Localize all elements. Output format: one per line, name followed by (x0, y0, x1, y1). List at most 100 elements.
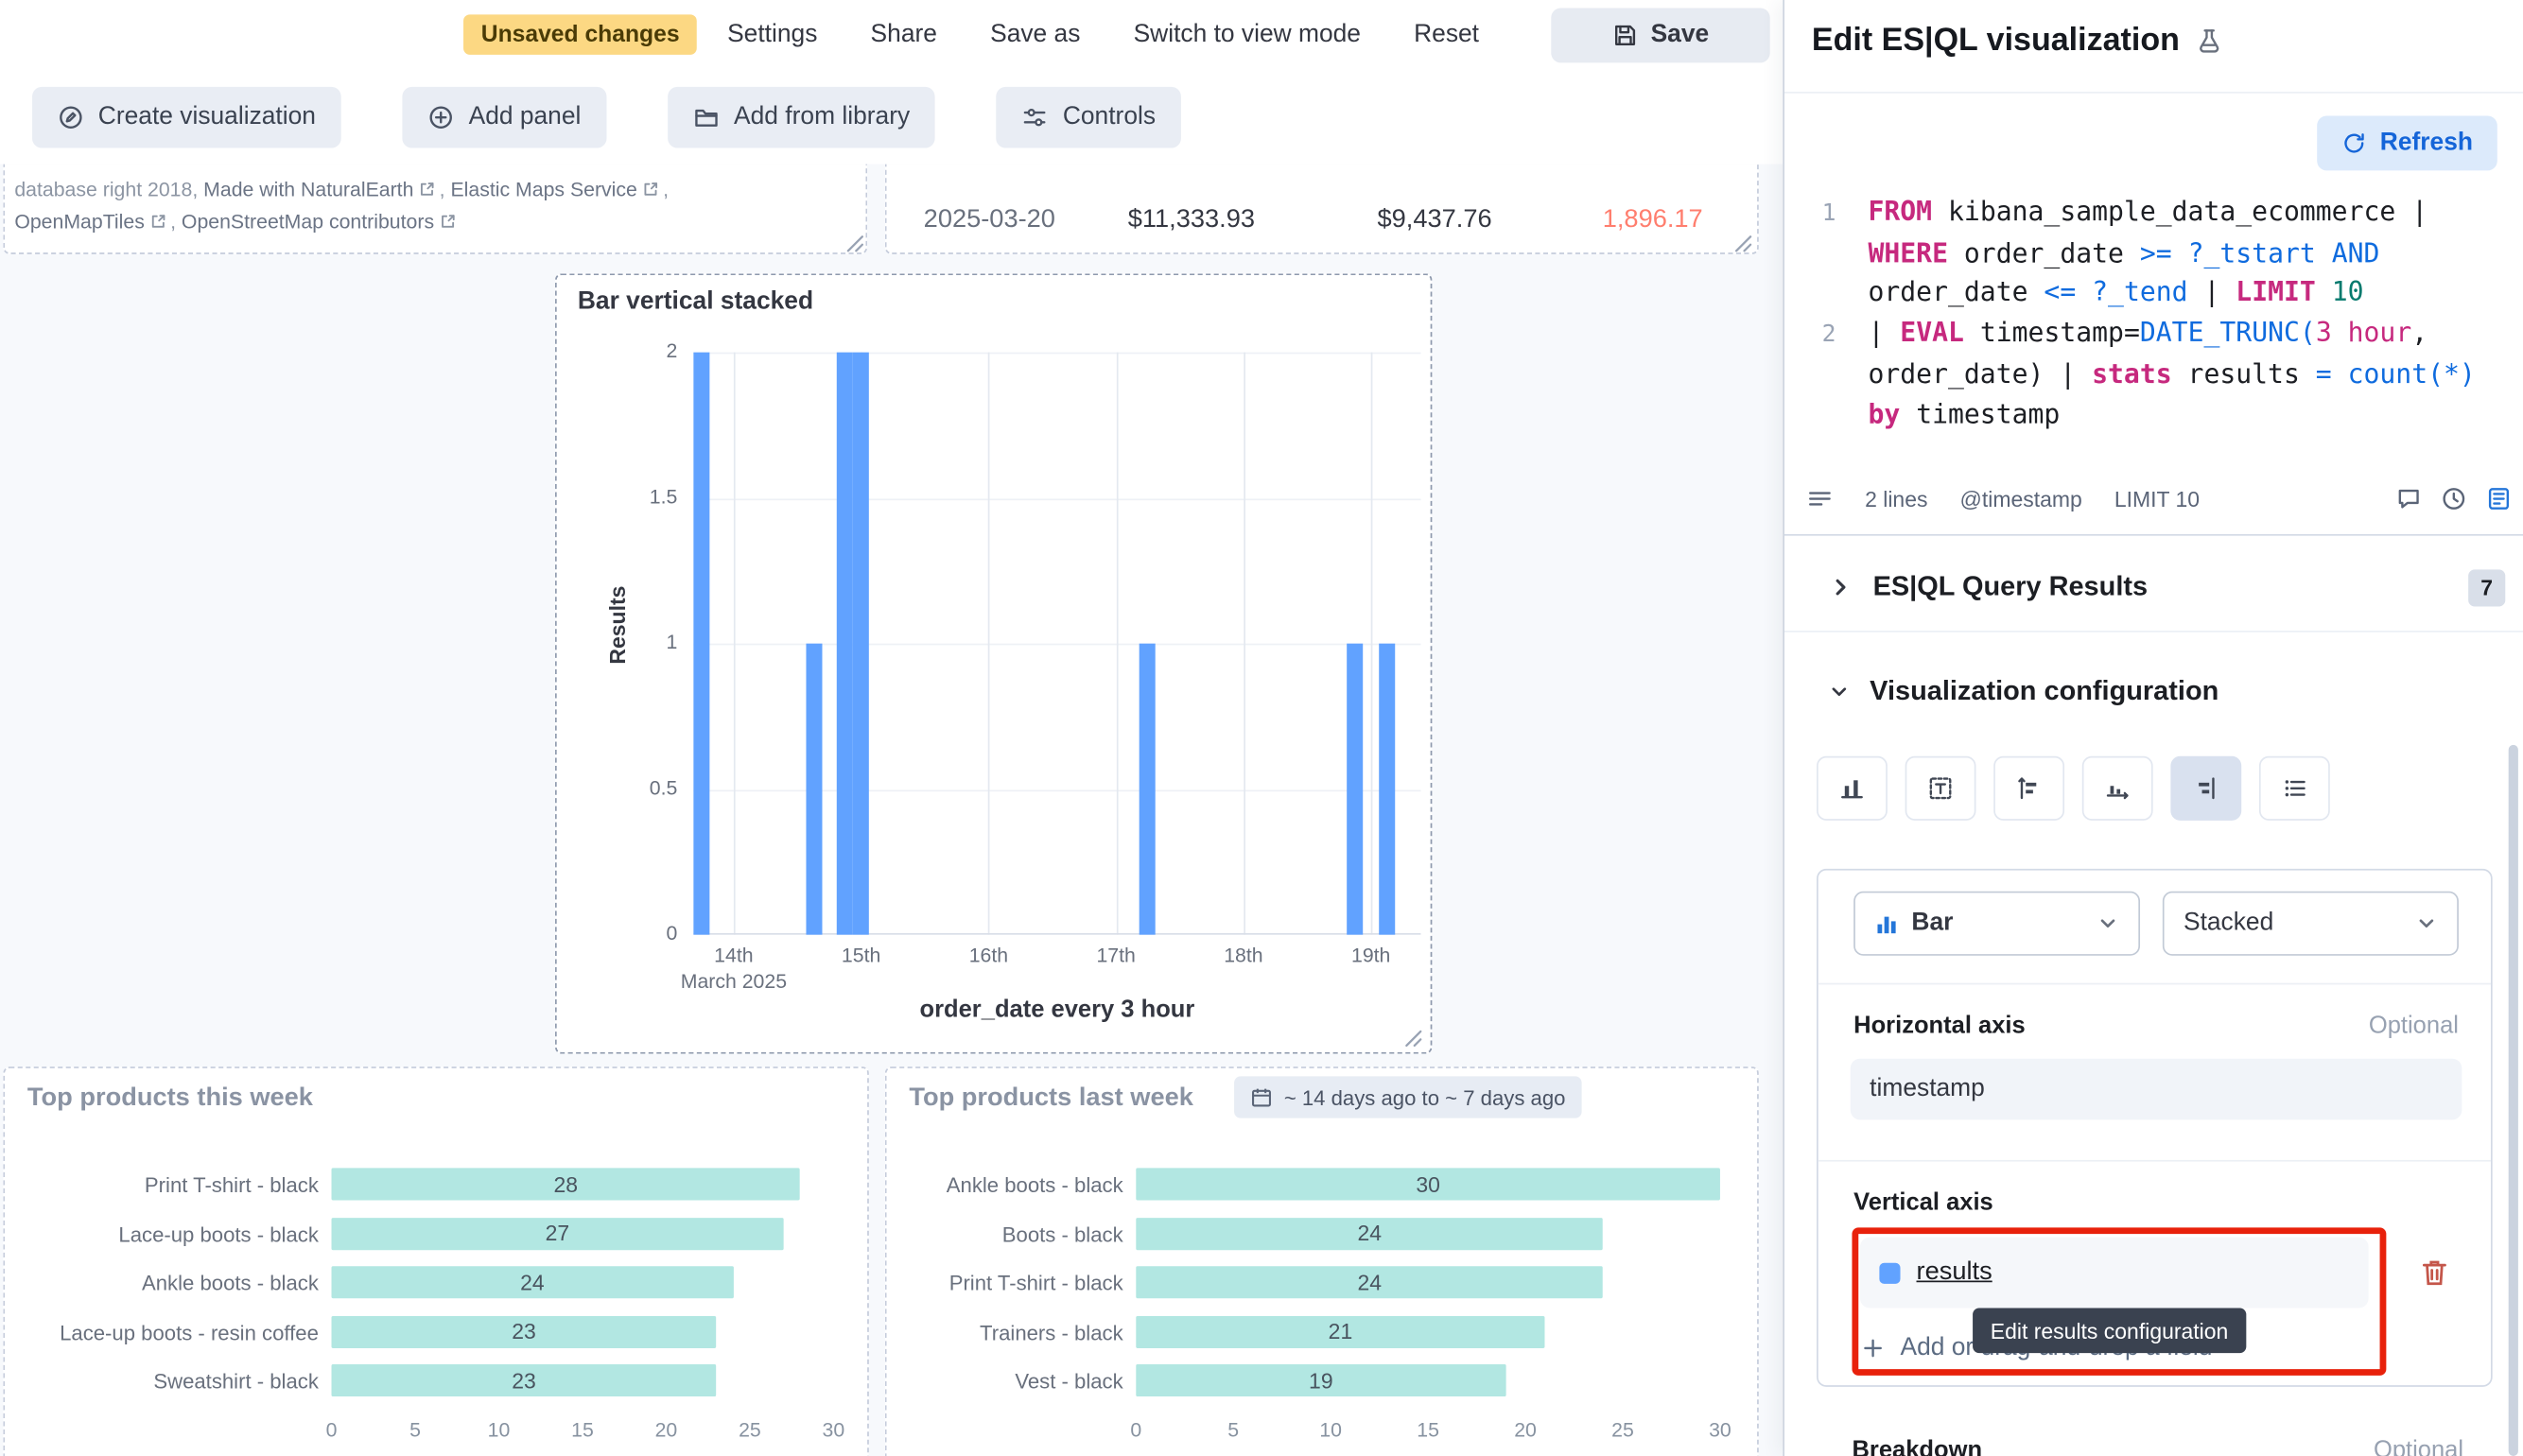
series-color-swatch (1879, 1262, 1900, 1283)
attribution-link[interactable]: OpenStreetMap contributors (182, 211, 434, 234)
comment-icon[interactable] (2396, 486, 2422, 511)
resize-handle[interactable] (1734, 232, 1752, 250)
external (419, 181, 437, 199)
esql-code-row: WHERE order_date >= ?_tstart AND (1784, 234, 2523, 274)
category-label: Ankle boots - black (5, 1271, 319, 1295)
axis-right-button[interactable] (2170, 756, 2241, 821)
flyout-title: Edit ES|QL visualization (1812, 23, 2180, 60)
x-tick-label: 0 (1104, 1419, 1168, 1442)
save-button[interactable]: Save (1551, 9, 1769, 63)
x-tick-label: 30 (801, 1419, 865, 1442)
footer-field-limit-10: LIMIT 10 (2114, 487, 2200, 511)
top-menu-share[interactable]: Share (871, 21, 937, 50)
display-mode-dropdown[interactable]: Stacked (2163, 892, 2459, 956)
footer-field-timestamp: @timestamp (1960, 487, 2082, 511)
x-tick-label: 18th (1179, 945, 1308, 967)
chart-title: Bar vertical stacked (578, 288, 813, 318)
attribution-link[interactable]: OpenMapTiles (14, 211, 145, 234)
breakdown-optional: Optional (2374, 1437, 2463, 1456)
x-tick-label: 17th (1052, 945, 1180, 967)
chart-type-value: Bar (1911, 909, 1953, 938)
top-menu: Settings Share Save as Switch to view mode R… (727, 0, 1479, 71)
x-tick-label: 25 (1591, 1419, 1655, 1442)
gridline (988, 353, 990, 935)
category-label: Ankle boots - black (887, 1173, 1123, 1198)
esql-code-row: by timestamp (1784, 395, 2523, 435)
chart-switch-button[interactable] (1817, 756, 1888, 821)
top-products-this-week-panel: Top products this week Print T-shirt - b… (3, 1066, 868, 1456)
docs-book-icon[interactable] (2486, 486, 2512, 511)
controls-label: Controls (1063, 103, 1156, 132)
bar-results (1347, 644, 1363, 935)
resize-handle[interactable] (1404, 1027, 1422, 1045)
attribution-text: database right 2018, (14, 179, 203, 201)
top-menu-settings[interactable]: Settings (727, 21, 817, 50)
vertical-axis-dimension-row[interactable]: results (1860, 1238, 2369, 1309)
vertical-axis-label: Vertical axis (1853, 1189, 1993, 1217)
calendar-icon (1250, 1086, 1273, 1109)
horizontal-axis-label: Horizontal axis (1853, 1012, 2026, 1039)
bar-results (694, 353, 710, 935)
create-visualization-button[interactable]: Create visualization (32, 87, 341, 148)
results-dimension-link[interactable]: results (1917, 1258, 1992, 1288)
bar-vertical-stacked-panel[interactable]: Bar vertical stacked Results order_date … (555, 273, 1432, 1053)
bar-chart-mini-icon (1874, 911, 1899, 936)
x-tick-label: 19th (1307, 945, 1436, 967)
controls-button[interactable]: Controls (997, 87, 1181, 148)
top-products-last-week-panel: Top products last week ~ 14 days ago to … (885, 1066, 1759, 1456)
gridline (1371, 353, 1373, 935)
metric-value: 2025-03-20 (924, 206, 1055, 235)
dashboard-canvas: database right 2018, Made with NaturalEa… (0, 165, 1783, 1456)
bar-results (806, 644, 822, 935)
editor-lines-icon[interactable] (1807, 486, 1833, 511)
esql-code-row: order_date) | stats results = count(*) (1784, 355, 2523, 395)
flyout-scrollbar[interactable] (2509, 745, 2518, 1456)
category-label: Print T-shirt - black (887, 1271, 1123, 1295)
editor-footer-fields: @timestamp LIMIT 10 (1960, 487, 2201, 511)
attribution-link[interactable]: Elastic Maps Service (450, 179, 636, 201)
esql-code-row: order_date <= ?_tend | LIMIT 10 (1784, 274, 2523, 314)
resize-handle[interactable] (846, 232, 864, 250)
horizontal-axis-field[interactable]: timestamp (1851, 1059, 2462, 1120)
top-menu-reset[interactable]: Reset (1414, 21, 1479, 50)
chart-type-dropdown[interactable]: Bar (1853, 892, 2140, 956)
sliders (1022, 105, 1048, 130)
x-tick-label: 0 (299, 1419, 363, 1442)
y-tick-label: 0 (606, 922, 677, 945)
line-number (1784, 234, 1836, 274)
y-tick-label: 0.5 (606, 776, 677, 799)
add-from-library-button[interactable]: Add from library (668, 87, 935, 148)
delete-dimension-button[interactable] (2417, 1257, 2452, 1291)
plus-icon (1860, 1335, 1886, 1361)
bar-value-label: 24 (332, 1270, 734, 1294)
top-menu-switch-to-view-mode[interactable]: Switch to view mode (1134, 21, 1361, 50)
add-panel-label: Add panel (469, 103, 582, 132)
gridline (734, 353, 736, 935)
x-tick-label: 16th (924, 945, 1053, 967)
axis-bottom-button[interactable] (2082, 756, 2153, 821)
esql-query-results-accordion[interactable]: ES|QL Query Results 7 (1784, 552, 2523, 623)
visualization-configuration-accordion[interactable]: Visualization configuration (1784, 656, 2523, 727)
top-menu-save-as[interactable]: Save as (990, 21, 1080, 50)
category-label: Trainers - black (887, 1320, 1123, 1344)
time-range-badge[interactable]: ~ 14 days ago to ~ 7 days ago (1234, 1076, 1581, 1118)
attribution-link[interactable]: Made with NaturalEarth (203, 179, 413, 201)
x-axis-label: order_date every 3 hour (693, 996, 1420, 1023)
tech-preview-flask-icon (2194, 26, 2223, 56)
legend-list-button[interactable] (2259, 756, 2330, 821)
bar-value-label: 19 (1136, 1368, 1505, 1393)
text-labels-button[interactable] (1905, 756, 1976, 821)
folder (693, 105, 719, 130)
esql-editor[interactable]: 1FROM kibana_sample_data_ecommerce |WHER… (1784, 193, 2523, 435)
refresh-button[interactable]: Refresh (2317, 116, 2497, 171)
axis-left-button[interactable] (1993, 756, 2064, 821)
line-number: 1 (1784, 193, 1836, 234)
metric-value: $9,437.76 (1378, 206, 1492, 235)
bar-value-label: 23 (332, 1368, 717, 1393)
chevron-right-icon (1828, 574, 1853, 599)
add-panel-button[interactable]: Add panel (403, 87, 607, 148)
bar-results (1140, 644, 1156, 935)
metric-value: 1,896.17 (1603, 206, 1703, 235)
history-clock-icon[interactable] (2441, 486, 2466, 511)
create-visualization-label: Create visualization (98, 103, 316, 132)
